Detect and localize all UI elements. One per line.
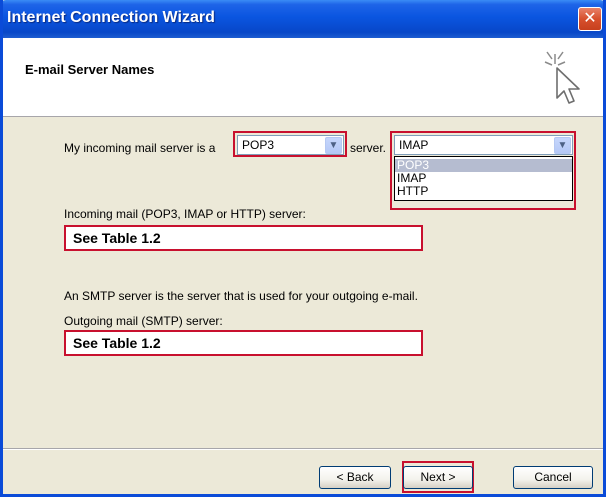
back-button[interactable]: < Back [319,466,391,489]
outgoing-server-input[interactable]: See Table 1.2 [64,330,423,356]
server-protocol-list[interactable]: POP3 IMAP HTTP [394,156,573,201]
incoming-server-input[interactable]: See Table 1.2 [64,225,423,251]
server-protocol-value: IMAP [399,138,429,152]
title-bar[interactable]: Internet Connection Wizard ✕ [3,0,603,38]
server-type-select[interactable]: POP3 ▼ [237,135,344,155]
smtp-info-text: An SMTP server is the server that is use… [64,289,418,303]
wizard-cursor-icon [544,51,580,104]
server-type-value: POP3 [242,138,275,152]
server-suffix-label: server. [350,141,387,155]
outgoing-server-value: See Table 1.2 [73,335,161,351]
outgoing-server-label: Outgoing mail (SMTP) server: [64,314,223,328]
close-button[interactable]: ✕ [578,7,602,31]
next-button[interactable]: Next > [403,466,473,489]
footer-divider [3,448,603,450]
incoming-server-label: Incoming mail (POP3, IMAP or HTTP) serve… [64,207,306,221]
incoming-type-label: My incoming mail server is a [64,141,216,155]
chevron-down-icon[interactable]: ▼ [325,137,342,154]
header-panel: E-mail Server Names [3,38,603,117]
list-item-http[interactable]: HTTP [395,185,572,198]
server-protocol-select[interactable]: IMAP ▼ [394,135,573,155]
wizard-window: Internet Connection Wizard ✕ E-mail Serv… [0,0,606,497]
page-title: E-mail Server Names [25,62,155,77]
chevron-down-icon[interactable]: ▼ [554,137,571,154]
cancel-button[interactable]: Cancel [513,466,593,489]
incoming-server-value: See Table 1.2 [73,230,161,246]
window-title: Internet Connection Wizard [7,9,215,26]
